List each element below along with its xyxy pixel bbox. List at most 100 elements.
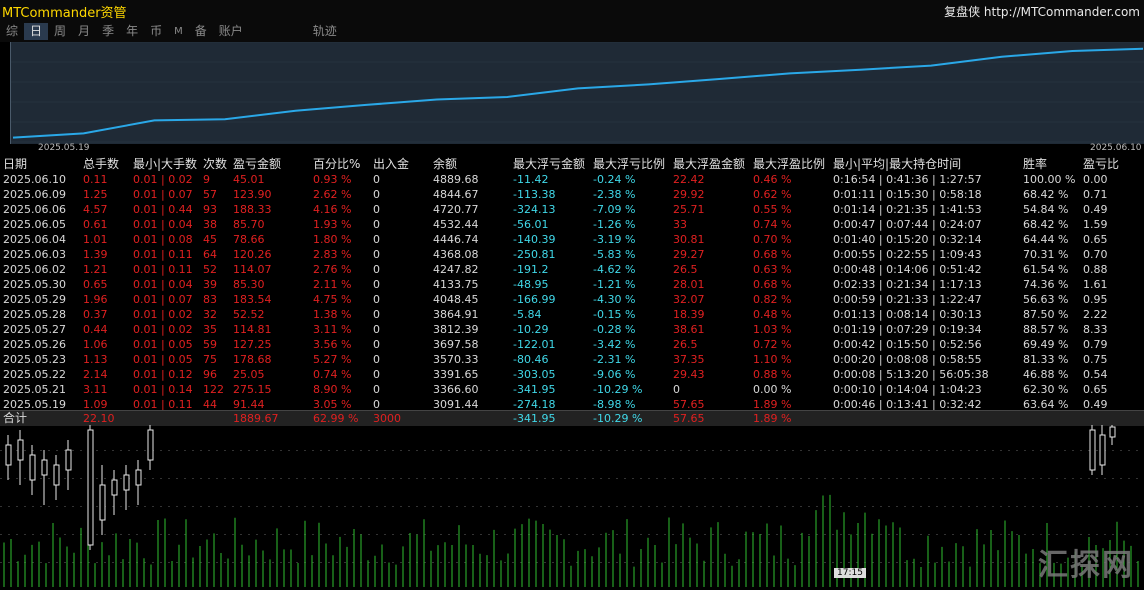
table-row[interactable]: 2025.05.30 0.65 0.01 | 0.04 39 85.30 2.11 % 0 4…	[0, 277, 1144, 292]
tab-year[interactable]: 年	[120, 23, 144, 40]
table-cell: 0	[373, 188, 380, 201]
candle-chart-svg	[0, 425, 1139, 587]
column-header[interactable]: 盈亏比	[1083, 157, 1119, 172]
table-cell: 0:01:11 | 0:15:30 | 0:58:18	[833, 188, 982, 201]
table-cell: 22.42	[673, 173, 705, 186]
table-cell: 4.75 %	[313, 293, 352, 306]
table-cell: 0.11	[83, 173, 108, 186]
table-cell: 2025.05.29	[3, 293, 66, 306]
table-cell: 2025.05.30	[3, 278, 66, 291]
table-row[interactable]: 2025.05.23 1.13 0.01 | 0.05 75 178.68 5.27 % 0…	[0, 352, 1144, 367]
table-cell: 2025.06.02	[3, 263, 66, 276]
table-row[interactable]: 2025.06.06 4.57 0.01 | 0.44 93 188.33 4.16 % 0…	[0, 202, 1144, 217]
column-header[interactable]: 最小|平均|最大持仓时间	[833, 157, 961, 172]
tab-m[interactable]: M	[168, 23, 189, 40]
table-cell: 0.72 %	[753, 338, 792, 351]
candle	[17, 439, 24, 461]
column-header[interactable]: 最大浮盈比例	[753, 157, 825, 172]
table-cell: 68.42 %	[1023, 188, 1069, 201]
table-row[interactable]: 2025.06.03 1.39 0.01 | 0.11 64 120.26 2.83 % 0…	[0, 247, 1144, 262]
tab-month[interactable]: 月	[72, 23, 96, 40]
table-row[interactable]: 2025.05.29 1.96 0.01 | 0.07 83 183.54 4.75 % 0…	[0, 292, 1144, 307]
table-cell: 18.39	[673, 308, 705, 321]
table-cell: 0.61	[83, 218, 108, 231]
table-cell: 38.61	[673, 323, 705, 336]
table-cell: -0.24 %	[593, 173, 636, 186]
table-cell: -5.83 %	[593, 248, 636, 261]
table-cell: -56.01	[513, 218, 549, 231]
table-cell: 0.75	[1083, 353, 1108, 366]
column-header[interactable]: 总手数	[83, 157, 119, 172]
column-header[interactable]: 盈亏金额	[233, 157, 281, 172]
tab-currency[interactable]: 币	[144, 23, 168, 40]
tab-notes[interactable]: 备	[189, 23, 213, 40]
brand-link[interactable]: 复盘侠 http://MTCommander.com	[944, 3, 1140, 20]
table-cell: 2025.05.21	[3, 383, 66, 396]
column-header[interactable]: 胜率	[1023, 157, 1047, 172]
total-max-float-profit-pct: 1.89 %	[753, 412, 792, 425]
table-cell: 0	[373, 218, 380, 231]
column-header[interactable]: 最小|大手数	[133, 157, 197, 172]
table-cell: 0.70	[1083, 248, 1108, 261]
table-cell: 4446.74	[433, 233, 479, 246]
table-row[interactable]: 2025.05.22 2.14 0.01 | 0.12 96 25.05 0.74 % 0 3…	[0, 367, 1144, 382]
table-cell: 114.81	[233, 323, 272, 336]
column-header[interactable]: 最大浮亏比例	[593, 157, 665, 172]
table-cell: 1.21	[83, 263, 108, 276]
tab-account[interactable]: 账户	[213, 23, 249, 40]
table-cell: 0	[373, 278, 380, 291]
table-cell: 2025.06.10	[3, 173, 66, 186]
column-header[interactable]: 日期	[3, 157, 27, 172]
table-cell: 0.37	[83, 308, 108, 321]
table-cell: 0.01 | 0.11	[133, 248, 193, 261]
column-header[interactable]: 出入金	[373, 157, 409, 172]
table-row[interactable]: 2025.06.05 0.61 0.01 | 0.04 38 85.70 1.93 % 0 4…	[0, 217, 1144, 232]
column-header[interactable]: 百分比%	[313, 157, 360, 172]
total-max-float-profit: 57.65	[673, 412, 705, 425]
table-cell: 0:01:13 | 0:08:14 | 0:30:13	[833, 308, 982, 321]
table-cell: 0.01 | 0.05	[133, 338, 193, 351]
table-cell: 0:00:08 | 5:13:20 | 56:05:38	[833, 368, 989, 381]
table-row[interactable]: 2025.05.28 0.37 0.01 | 0.02 32 52.52 1.38 % 0 3…	[0, 307, 1144, 322]
table-cell: 4532.44	[433, 218, 479, 231]
table-row[interactable]: 2025.05.21 3.11 0.01 | 0.14 122 275.15 8.90 %…	[0, 382, 1144, 397]
table-cell: -0.15 %	[593, 308, 636, 321]
table-cell: 0.65	[1083, 383, 1108, 396]
table-row[interactable]: 2025.06.02 1.21 0.01 | 0.11 52 114.07 2.76 % 0…	[0, 262, 1144, 277]
price-candle-chart	[0, 425, 1144, 587]
equity-curve-svg	[11, 41, 1144, 143]
table-cell: 0	[373, 338, 380, 351]
tab-summary[interactable]: 综	[0, 23, 24, 40]
table-cell: 0:01:40 | 0:15:20 | 0:32:14	[833, 233, 982, 246]
table-cell: 4.16 %	[313, 203, 352, 216]
candle	[135, 469, 142, 486]
table-cell: 4.57	[83, 203, 108, 216]
table-row[interactable]: 2025.05.27 0.44 0.01 | 0.02 35 114.81 3.11 % 0…	[0, 322, 1144, 337]
column-header[interactable]: 最大浮亏金额	[513, 157, 585, 172]
equity-date-axis: 2025.05.19 2025.06.10	[0, 143, 1144, 155]
table-cell: 96	[203, 368, 217, 381]
table-row[interactable]: 2025.06.04 1.01 0.01 | 0.08 45 78.66 1.80 % 0 4…	[0, 232, 1144, 247]
table-row[interactable]: 2025.05.26 1.06 0.01 | 0.05 59 127.25 3.56 % 0…	[0, 337, 1144, 352]
table-cell: 26.5	[673, 338, 698, 351]
tab-day[interactable]: 日	[24, 23, 49, 40]
tab-week[interactable]: 周	[48, 23, 72, 40]
table-cell: -2.38 %	[593, 188, 636, 201]
table-cell: -0.28 %	[593, 323, 636, 336]
table-row[interactable]: 2025.06.09 1.25 0.01 | 0.07 57 123.90 2.62 % 0…	[0, 187, 1144, 202]
table-cell: 0:00:42 | 0:15:50 | 0:52:56	[833, 338, 982, 351]
table-cell: 0.74 %	[313, 368, 352, 381]
table-cell: 28.01	[673, 278, 705, 291]
table-cell: 4133.75	[433, 278, 479, 291]
tab-quarter[interactable]: 季	[96, 23, 120, 40]
table-cell: 0.01 | 0.07	[133, 293, 193, 306]
column-header[interactable]: 次数	[203, 157, 227, 172]
table-cell: 0:01:14 | 0:21:35 | 1:41:53	[833, 203, 982, 216]
column-header[interactable]: 最大浮盈金额	[673, 157, 745, 172]
table-cell: -10.29 %	[593, 383, 643, 396]
table-cell: -303.05	[513, 368, 556, 381]
column-header[interactable]: 余额	[433, 157, 457, 172]
table-row[interactable]: 2025.06.10 0.11 0.01 | 0.02 9 45.01 0.93 % 0 48…	[0, 172, 1144, 187]
tab-track[interactable]: 轨迹	[307, 23, 343, 40]
candle	[111, 479, 118, 496]
